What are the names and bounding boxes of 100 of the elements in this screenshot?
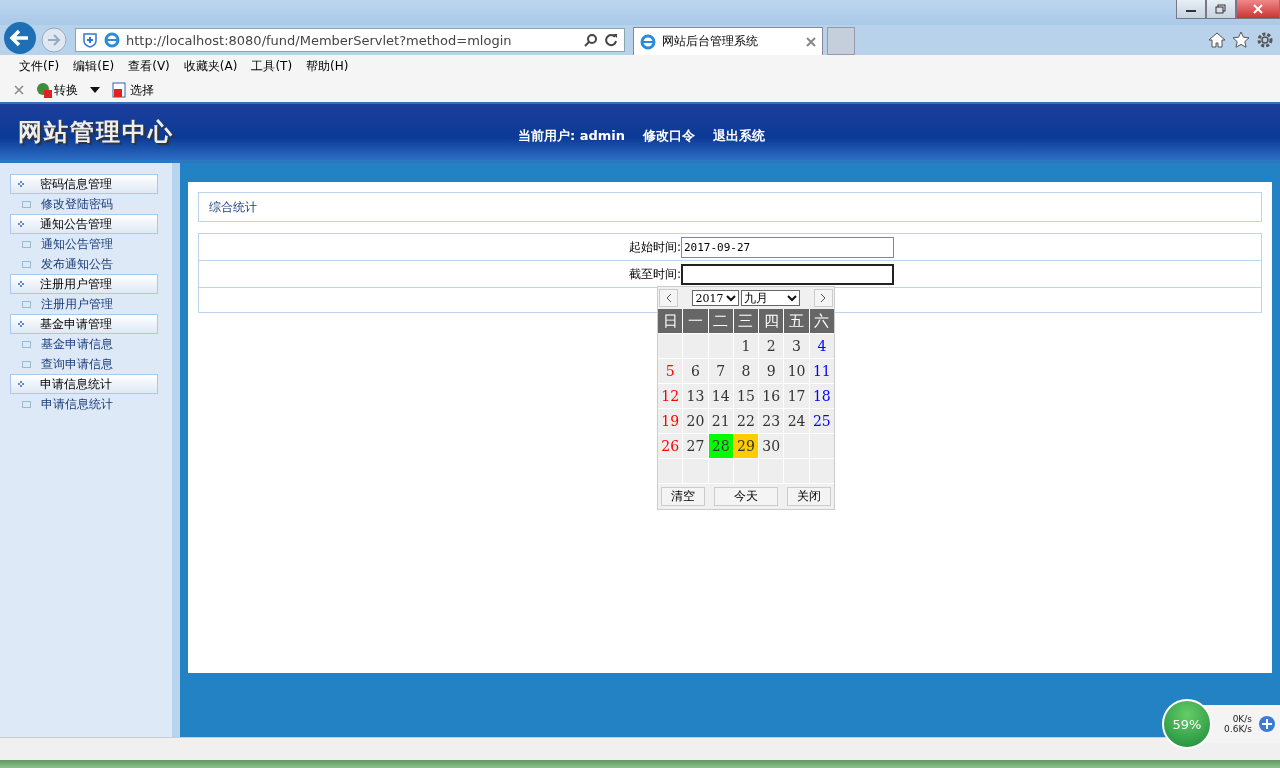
sidebar-item[interactable]: 注册用户管理 <box>41 295 113 313</box>
plus-icon[interactable] <box>1258 715 1276 733</box>
download-speed: 0.6K/s <box>1224 724 1252 734</box>
sidebar-group-header[interactable]: 基金申请管理 <box>10 314 158 334</box>
calendar-day[interactable]: 15 <box>733 384 759 408</box>
header-link[interactable]: 退出系统 <box>713 127 766 145</box>
select-button[interactable]: 选择 <box>112 81 154 99</box>
calendar-day[interactable]: 23 <box>759 409 784 433</box>
sidebar-item[interactable]: 发布通知公告 <box>41 255 113 273</box>
sidebar-item[interactable]: 修改登陆密码 <box>41 195 113 213</box>
calendar-day[interactable]: 30 <box>759 434 784 458</box>
calendar-day[interactable]: 1 <box>733 334 759 358</box>
calendar-button[interactable]: 今天 <box>714 487 778 506</box>
date-field[interactable] <box>681 263 894 285</box>
convert-button[interactable]: 转换 <box>36 81 78 99</box>
square-icon <box>22 240 31 248</box>
square-icon <box>22 200 31 208</box>
dots-icon <box>18 321 24 327</box>
dots-icon <box>18 221 24 227</box>
calendar-day[interactable]: 17 <box>784 384 809 408</box>
refresh-icon[interactable] <box>604 33 618 47</box>
dots-icon <box>18 381 24 387</box>
calendar-day[interactable]: 2 <box>759 334 784 358</box>
square-icon <box>22 360 31 368</box>
calendar-day[interactable]: 7 <box>708 359 733 383</box>
calendar-day[interactable]: 27 <box>683 434 708 458</box>
site-logo: 网站管理中心 <box>17 117 175 148</box>
weekday-header: 五 <box>784 309 809 333</box>
calendar-button[interactable]: 关闭 <box>787 487 831 506</box>
weekday-header: 二 <box>708 309 733 333</box>
calendar-day[interactable]: 28 <box>708 434 733 458</box>
caret-icon <box>786 294 797 302</box>
sidebar-group-header[interactable]: 申请信息统计 <box>10 374 158 394</box>
menu-item[interactable]: 文件(F) <box>12 58 67 75</box>
star-icon[interactable] <box>1232 31 1250 49</box>
sidebar-group-header[interactable]: 注册用户管理 <box>10 274 158 294</box>
dots-icon <box>18 281 24 287</box>
settings-icon[interactable] <box>1256 31 1274 49</box>
sidebar-item[interactable]: 基金申请信息 <box>41 335 113 353</box>
restore-button[interactable] <box>1206 0 1236 19</box>
back-icon[interactable] <box>3 21 37 55</box>
chevron-right-icon <box>820 293 827 303</box>
calendar-day[interactable]: 22 <box>733 409 759 433</box>
calendar-day[interactable]: 10 <box>784 359 809 383</box>
calendar-day[interactable]: 25 <box>809 409 834 433</box>
caret-icon <box>726 294 737 302</box>
sidebar-item[interactable]: 通知公告管理 <box>41 235 113 253</box>
minimize-button[interactable] <box>1176 0 1206 19</box>
month-select[interactable]: 九月 <box>741 290 800 306</box>
close-button[interactable] <box>1236 0 1280 19</box>
browser-tab[interactable]: 网站后台管理系统 <box>633 27 823 55</box>
caret-icon[interactable] <box>90 86 100 94</box>
date-field[interactable]: 2017-09-27 <box>681 236 894 258</box>
browser-icon <box>104 32 120 48</box>
year-select[interactable]: 2017 <box>692 290 740 306</box>
field-label: 截至时间: <box>627 265 681 283</box>
menu-item[interactable]: 收藏夹(A) <box>176 58 245 75</box>
sidebar-group-header[interactable]: 通知公告管理 <box>10 214 158 234</box>
calendar-day[interactable]: 16 <box>759 384 784 408</box>
sidebar-item[interactable]: 查询申请信息 <box>41 355 113 373</box>
menu-item[interactable]: 工具(T) <box>244 58 300 75</box>
menu-item[interactable]: 帮助(H) <box>299 58 356 75</box>
menu-item[interactable]: 查看(V) <box>121 58 177 75</box>
calendar-day[interactable]: 11 <box>809 359 834 383</box>
field-label: 起始时间: <box>627 238 681 256</box>
calendar-day[interactable]: 24 <box>784 409 809 433</box>
current-user-label: 当前用户: admin <box>518 127 626 145</box>
calendar-day[interactable]: 4 <box>809 334 834 358</box>
calendar-day[interactable]: 8 <box>733 359 759 383</box>
calendar-day[interactable]: 21 <box>708 409 733 433</box>
address-bar[interactable]: http://localhost:8080/fund/MemberServlet?method=mlogin <box>75 28 625 52</box>
restore-icon <box>1215 4 1227 14</box>
weekday-header: 三 <box>733 309 759 333</box>
calendar-day[interactable]: 20 <box>683 409 708 433</box>
previous-month-button[interactable] <box>659 289 679 307</box>
memory-gauge: 59% <box>1162 699 1212 749</box>
search-icon[interactable] <box>584 33 598 47</box>
calendar-day[interactable]: 18 <box>809 384 834 408</box>
calendar-button[interactable]: 清空 <box>661 487 705 506</box>
calendar-day[interactable]: 14 <box>708 384 733 408</box>
sidebar-group-header[interactable]: 密码信息管理 <box>10 174 158 194</box>
globe-document-icon <box>36 82 52 98</box>
weekday-header: 一 <box>683 309 708 333</box>
close-icon[interactable] <box>806 36 816 47</box>
menu-item[interactable]: 编辑(E) <box>66 58 122 75</box>
square-icon <box>22 300 31 308</box>
dots-icon <box>18 181 24 187</box>
square-icon <box>22 260 31 268</box>
weekday-header: 四 <box>759 309 784 333</box>
calendar-day[interactable]: 29 <box>733 434 759 458</box>
calendar-day[interactable]: 13 <box>683 384 708 408</box>
sidebar-item[interactable]: 申请信息统计 <box>41 395 113 413</box>
calendar-day[interactable]: 6 <box>683 359 708 383</box>
next-month-button[interactable] <box>813 289 833 307</box>
calendar-day[interactable]: 9 <box>759 359 784 383</box>
header-link[interactable]: 修改口令 <box>643 127 696 145</box>
home-icon[interactable] <box>1208 31 1226 49</box>
close-icon[interactable] <box>14 85 24 95</box>
calendar-day[interactable]: 3 <box>784 334 809 358</box>
square-icon <box>22 340 31 348</box>
